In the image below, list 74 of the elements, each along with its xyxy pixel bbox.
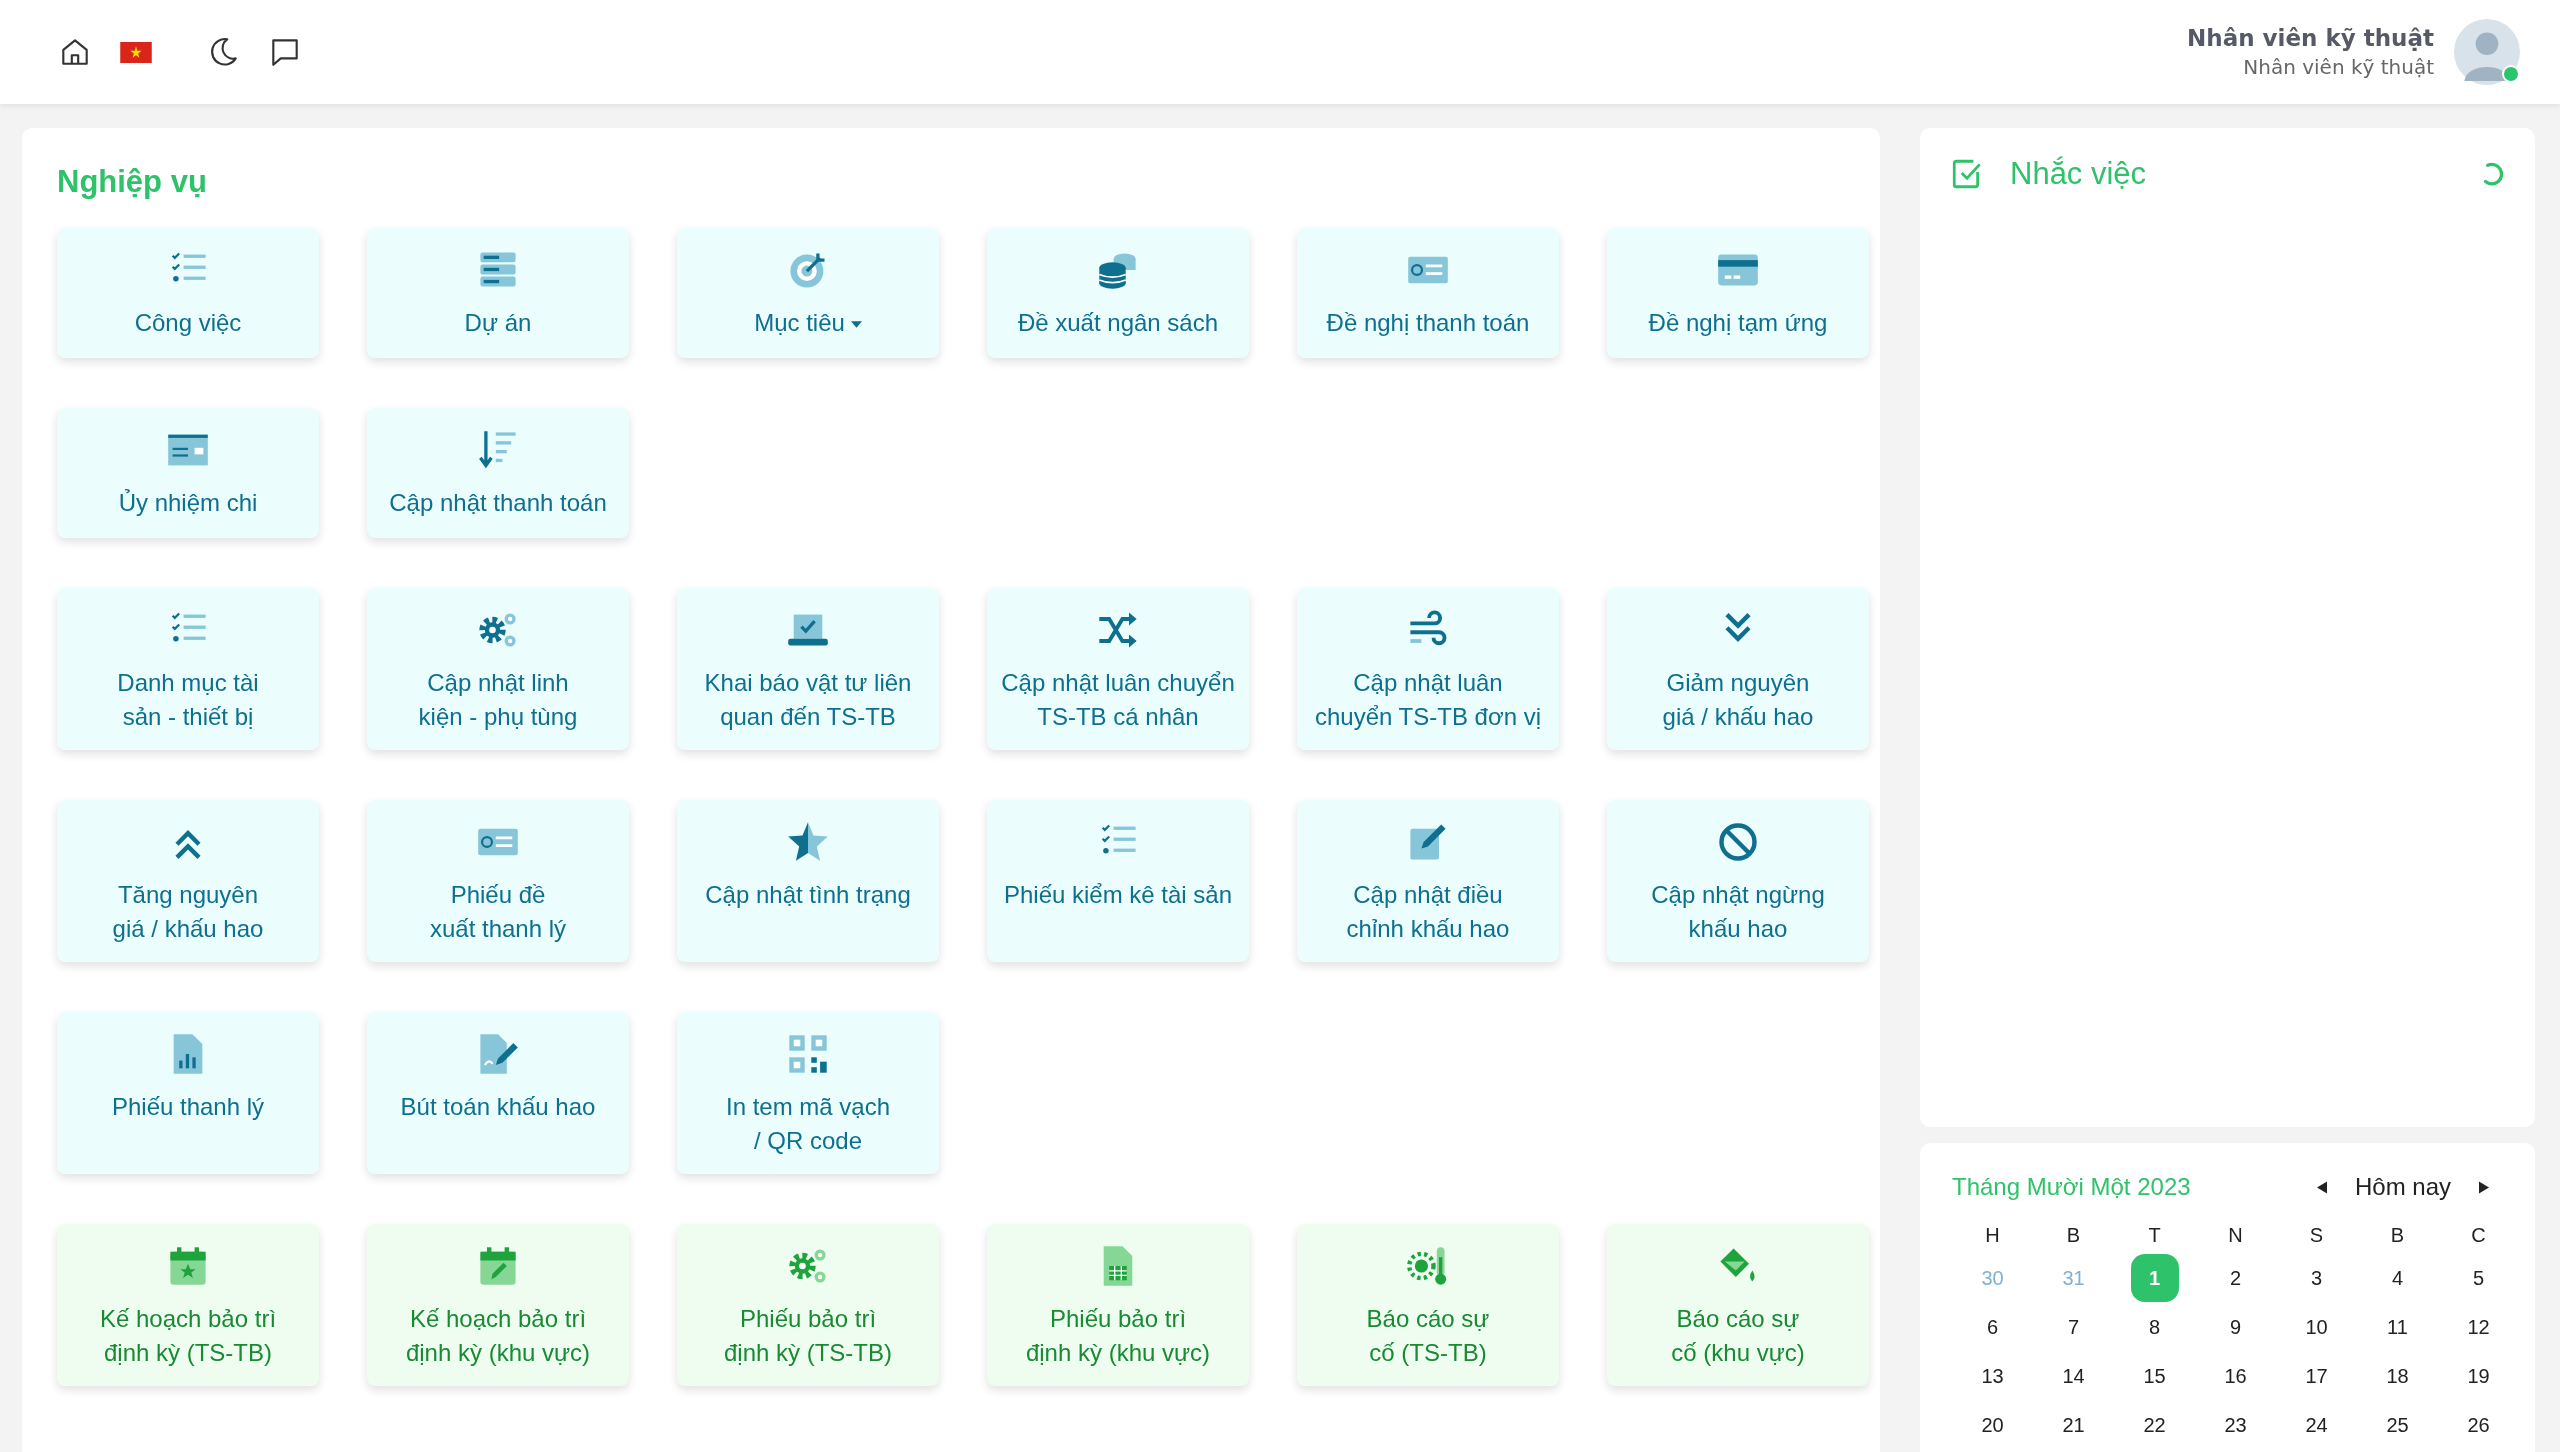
weekday-label: S [2309, 1223, 2324, 1248]
module-tile[interactable]: Bút toán khấu hao [367, 1012, 629, 1174]
calendar-day[interactable]: 13 [1968, 1352, 2017, 1400]
calendar-day[interactable]: 15 [2130, 1352, 2179, 1400]
weekday-label: C [2471, 1223, 2486, 1248]
calendar-day[interactable]: 8 [2130, 1303, 2179, 1351]
flag-icon[interactable] [120, 41, 152, 63]
user-role: Nhân viên kỹ thuật [2243, 55, 2434, 79]
calendar-day[interactable]: 7 [2049, 1303, 2098, 1351]
user-name: Nhân viên kỹ thuật [2187, 25, 2434, 51]
module-tile[interactable]: Tăng nguyên giá / khấu hao [57, 800, 319, 962]
weekday-label: B [2390, 1223, 2405, 1248]
calendar-day[interactable]: 18 [2373, 1352, 2422, 1400]
module-tile[interactable]: Cập nhật tình trạng [677, 800, 939, 962]
weekday-label: T [2148, 1223, 2161, 1248]
calendar-day[interactable]: 10 [2292, 1303, 2341, 1351]
module-tile[interactable]: Phiếu bảo trì định kỳ (khu vực) [987, 1224, 1249, 1386]
weekday-label: N [2228, 1223, 2243, 1248]
calendar-day[interactable]: 2 [2211, 1254, 2260, 1302]
ban-icon [1716, 820, 1760, 864]
calendar-day[interactable]: 23 [2211, 1401, 2260, 1449]
module-tile[interactable]: Cập nhật điều chỉnh khấu hao [1297, 800, 1559, 962]
calendar-day[interactable]: 17 [2292, 1352, 2341, 1400]
calendar-day[interactable]: 3 [2292, 1254, 2341, 1302]
calendar-day[interactable]: 19 [2454, 1352, 2503, 1400]
caret-icon [850, 321, 862, 329]
previous-icon[interactable] [2316, 1180, 2327, 1194]
module-tile[interactable]: Ủy nhiệm chi [57, 408, 319, 538]
calendar-month: Tháng Mười Một 2023 [1952, 1173, 2191, 1201]
module-tile[interactable]: Cập nhật luân chuyển TS-TB đơn vị [1297, 588, 1559, 750]
calendar-day[interactable]: 5 [2454, 1254, 2503, 1302]
calendar-day[interactable]: 24 [2292, 1401, 2341, 1449]
module-tile[interactable]: Đề nghị thanh toán [1297, 228, 1559, 358]
checkbox-icon [1950, 157, 1984, 191]
module-tile[interactable]: Cập nhật linh kiện - phụ tùng [367, 588, 629, 750]
module-tile[interactable]: Công việc [57, 228, 319, 358]
module-tile[interactable]: Mục tiêu [677, 228, 939, 358]
module-tile[interactable]: Cập nhật ngừng khấu hao [1607, 800, 1869, 962]
calendar-day[interactable]: 16 [2211, 1352, 2260, 1400]
calendar-day[interactable]: 22 [2130, 1401, 2179, 1449]
module-tile[interactable]: Kế hoạch bảo trì định kỳ (khu vực) [367, 1224, 629, 1386]
module-tile[interactable]: Khai báo vật tư liên quan đến TS-TB [677, 588, 939, 750]
calendar-day[interactable]: 14 [2049, 1352, 2098, 1400]
calendar-day[interactable]: 21 [2049, 1401, 2098, 1449]
weekday-label: B [2066, 1223, 2081, 1248]
calendar-day[interactable]: 6 [1968, 1303, 2017, 1351]
module-tile[interactable]: Kế hoạch bảo trì định kỳ (TS-TB) [57, 1224, 319, 1386]
weekday-label: H [1985, 1223, 2000, 1248]
module-tile[interactable]: Đề nghị tạm ứng [1607, 228, 1869, 358]
next-icon[interactable] [2479, 1180, 2489, 1194]
calendar-day[interactable]: 20 [1968, 1401, 2017, 1449]
calendar-day[interactable]: 11 [2373, 1303, 2422, 1351]
module-tile[interactable]: In tem mã vạch / QR code [677, 1012, 939, 1174]
reminder-title: Nhắc việc [2010, 156, 2148, 192]
module-tile[interactable]: Giảm nguyên giá / khấu hao [1607, 588, 1869, 750]
calendar-day[interactable]: 4 [2373, 1254, 2422, 1302]
module-tile[interactable]: Phiếu bảo trì định kỳ (TS-TB) [677, 1224, 939, 1386]
module-tile[interactable]: Dự án [367, 228, 629, 358]
module-tile[interactable]: Cập nhật luân chuyển TS-TB cá nhân [987, 588, 1249, 750]
today-button[interactable]: Hôm nay [2354, 1173, 2451, 1201]
calendar-day[interactable]: 26 [2454, 1401, 2503, 1449]
qr-code-icon [786, 1032, 830, 1076]
module-tile[interactable]: Danh mục tài sản - thiết bị [57, 588, 319, 750]
module-tile[interactable]: Cập nhật thanh toán [367, 408, 629, 538]
module-tile[interactable]: Phiếu kiểm kê tài sản [987, 800, 1249, 962]
module-tile[interactable]: Phiếu thanh lý [57, 1012, 319, 1174]
calendar-day[interactable]: 9 [2211, 1303, 2260, 1351]
module-tile[interactable]: Đề xuất ngân sách [987, 228, 1249, 358]
module-tile[interactable]: Phiếu đề xuất thanh lý [367, 800, 629, 962]
calendar-day[interactable]: 25 [2373, 1401, 2422, 1449]
module-tile[interactable]: Báo cáo sự cố (TS-TB) [1297, 1224, 1559, 1386]
calendar-day[interactable]: 12 [2454, 1303, 2503, 1351]
section-title: Nghiệp vụ [57, 164, 208, 200]
module-tile[interactable]: Báo cáo sự cố (khu vực) [1607, 1224, 1869, 1386]
